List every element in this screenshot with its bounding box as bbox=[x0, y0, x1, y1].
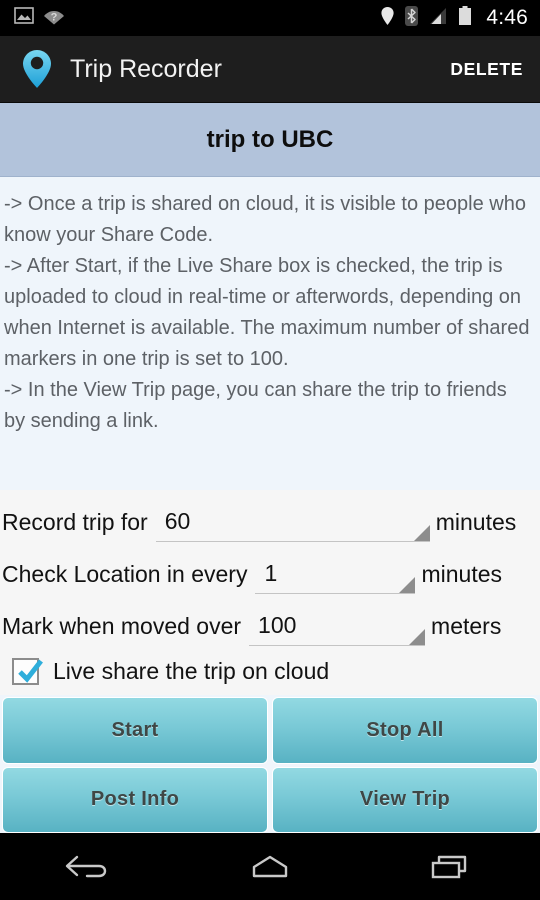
stop-all-button[interactable]: Stop All bbox=[272, 697, 538, 764]
trip-name: trip to UBC bbox=[206, 125, 334, 153]
record-duration-input[interactable]: 60 bbox=[155, 496, 430, 542]
resize-handle-icon[interactable] bbox=[399, 577, 416, 593]
app-title: Trip Recorder bbox=[70, 54, 222, 83]
android-nav-bar bbox=[0, 833, 540, 900]
nav-recents-button[interactable] bbox=[390, 842, 510, 892]
check-interval-unit: minutes bbox=[421, 561, 503, 587]
instructions-panel: -> Once a trip is shared on cloud, it is… bbox=[0, 178, 540, 490]
action-bar: Trip Recorder DELETE bbox=[0, 36, 540, 103]
resize-handle-icon[interactable] bbox=[409, 629, 426, 645]
mark-distance-input[interactable]: 100 bbox=[249, 600, 426, 646]
status-bar-left-icons: ? bbox=[0, 7, 65, 30]
home-icon bbox=[252, 855, 288, 877]
delete-button[interactable]: DELETE bbox=[450, 59, 523, 80]
resize-handle-icon[interactable] bbox=[413, 525, 430, 541]
check-interval-value: 1 bbox=[264, 560, 278, 586]
nav-back-button[interactable] bbox=[30, 842, 150, 892]
battery-icon bbox=[458, 5, 472, 31]
cellular-signal-icon bbox=[428, 7, 448, 30]
mark-distance-label: Mark when moved over bbox=[2, 613, 242, 639]
view-trip-button[interactable]: View Trip bbox=[272, 766, 538, 833]
start-button[interactable]: Start bbox=[2, 697, 268, 764]
status-bar-right-icons: 4:46 bbox=[380, 5, 540, 31]
wifi-unknown-icon: ? bbox=[43, 7, 65, 30]
check-interval-row: Check Location in every 1 minutes bbox=[0, 542, 540, 594]
mark-distance-value: 100 bbox=[258, 612, 297, 638]
mark-distance-unit: meters bbox=[431, 613, 502, 639]
live-share-checkbox[interactable] bbox=[12, 657, 43, 685]
settings-form: Record trip for 60 minutes Check Locatio… bbox=[0, 490, 540, 695]
map-pin-icon[interactable] bbox=[20, 48, 54, 90]
record-duration-row: Record trip for 60 minutes bbox=[0, 490, 540, 542]
check-interval-label: Check Location in every bbox=[2, 561, 248, 587]
live-share-row[interactable]: Live share the trip on cloud bbox=[0, 648, 540, 694]
check-interval-input[interactable]: 1 bbox=[255, 548, 416, 594]
action-button-grid: Start Stop All Post Info View Trip bbox=[0, 697, 540, 833]
mark-distance-row: Mark when moved over 100 meters bbox=[0, 594, 540, 646]
live-share-label: Live share the trip on cloud bbox=[53, 657, 330, 684]
instructions-text: -> Once a trip is shared on cloud, it is… bbox=[4, 193, 530, 432]
screenshot-image-icon bbox=[14, 7, 34, 29]
post-info-button[interactable]: Post Info bbox=[2, 766, 268, 833]
record-duration-label: Record trip for bbox=[2, 509, 148, 535]
location-pin-icon bbox=[380, 6, 395, 31]
checkmark-icon bbox=[18, 658, 43, 683]
status-bar: ? 4:46 bbox=[0, 0, 540, 36]
bluetooth-icon bbox=[405, 5, 419, 31]
nav-home-button[interactable] bbox=[210, 842, 330, 892]
trip-title-band: trip to UBC bbox=[0, 103, 540, 177]
svg-text:?: ? bbox=[51, 11, 58, 23]
record-duration-value: 60 bbox=[164, 508, 191, 534]
status-bar-clock: 4:46 bbox=[486, 6, 528, 29]
back-icon bbox=[65, 855, 107, 877]
phone-screen: ? 4:46 Trip Recorder DELETE trip to UBC … bbox=[0, 0, 540, 900]
record-duration-unit: minutes bbox=[435, 509, 517, 535]
recents-icon bbox=[431, 855, 467, 878]
